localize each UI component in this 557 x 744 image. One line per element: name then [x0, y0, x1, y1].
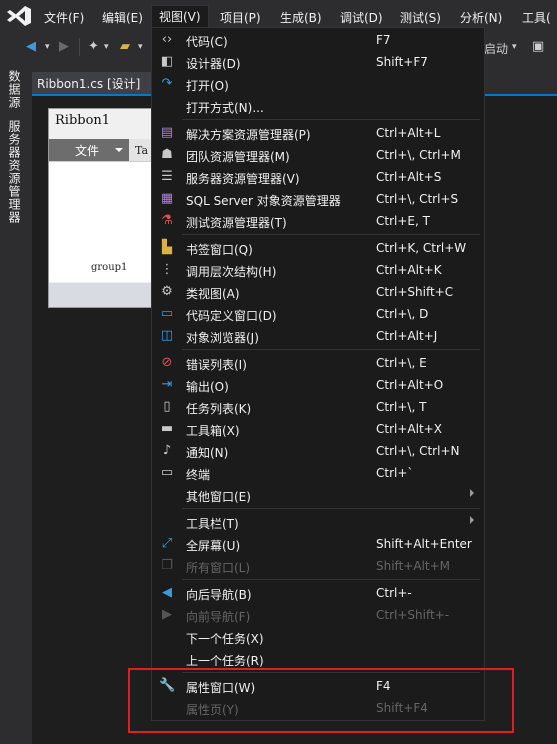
- ribbon-tab-bar: 文件 Ta: [49, 139, 152, 161]
- menu-item-full-screen[interactable]: ⤢ 全屏幕(U) Shift+Alt+Enter: [152, 533, 484, 555]
- server-explorer-tab[interactable]: 服务器资源管理器: [6, 120, 23, 224]
- menu-item-server-explorer[interactable]: ☰ 服务器资源管理器(V) Ctrl+Alt+S: [152, 166, 484, 188]
- menu-item-test-explorer[interactable]: ⚗ 测试资源管理器(T) Ctrl+E, T: [152, 210, 484, 232]
- menu-item-all-windows: ❐ 所有窗口(L) Shift+Alt+M: [152, 555, 484, 577]
- test-explorer-icon: ⚗: [161, 213, 173, 228]
- menu-project[interactable]: 项目(P): [220, 9, 261, 26]
- menu-item-object-browser[interactable]: ◫ 对象浏览器(J) Ctrl+Alt+J: [152, 325, 484, 347]
- chevron-down-icon: [115, 148, 123, 152]
- ribbon-title: Ribbon1: [55, 113, 111, 128]
- ribbon-file-tab-label: 文件: [75, 144, 100, 158]
- team-explorer-icon: ☗: [161, 147, 173, 162]
- open-folder-icon[interactable]: ▰: [120, 39, 130, 55]
- document-tab-title: Ribbon1.cs [设计]: [37, 77, 141, 91]
- menu-item-team-explorer[interactable]: ☗ 团队资源管理器(M) Ctrl+\, Ctrl+M: [152, 144, 484, 166]
- new-dropdown-icon[interactable]: ▾: [104, 39, 109, 55]
- toolbar-separator: [79, 38, 80, 56]
- forward-icon[interactable]: ▶: [59, 39, 69, 55]
- task-list-icon: ▯: [163, 399, 171, 414]
- side-tool-tabs: 数据源 服务器资源管理器: [0, 62, 30, 744]
- menu-item-error-list[interactable]: ⊘ 错误列表(I) Ctrl+\, E: [152, 352, 484, 374]
- navigate-forward-icon: ▶: [162, 607, 172, 622]
- menu-build[interactable]: 生成(B): [280, 9, 322, 26]
- back-dropdown-icon[interactable]: ▾: [45, 39, 50, 55]
- menu-separator: [182, 349, 480, 350]
- menu-item-code-definition[interactable]: ▭ 代码定义窗口(D) Ctrl+\, D: [152, 303, 484, 325]
- menu-item-call-hierarchy[interactable]: ⋮ 调用层次结构(H) Ctrl+Alt+K: [152, 259, 484, 281]
- sql-server-icon: ▦: [160, 191, 174, 206]
- fullscreen-icon: ⤢: [161, 536, 173, 551]
- ribbon-body: group1: [49, 161, 151, 282]
- menu-item-navigate-back[interactable]: ◀ 向后导航(B) Ctrl+-: [152, 582, 484, 604]
- menu-edit[interactable]: 编辑(E): [102, 9, 143, 26]
- start-dropdown-icon[interactable]: ▾: [512, 39, 517, 55]
- menu-item-bookmark-window[interactable]: ▙ 书签窗口(Q) Ctrl+K, Ctrl+W: [152, 237, 484, 259]
- server-explorer-icon: ☰: [161, 169, 173, 184]
- menu-item-open[interactable]: ↷ 打开(O): [152, 73, 484, 95]
- menu-item-notifications[interactable]: ♪ 通知(N) Ctrl+\, Ctrl+N: [152, 440, 484, 462]
- menu-item-toolbox[interactable]: ▬ 工具箱(X) Ctrl+Alt+X: [152, 418, 484, 440]
- solution-explorer-icon: ▤: [160, 125, 174, 140]
- highlight-annotation-box: [128, 668, 514, 733]
- menu-item-sql-server-explorer[interactable]: ▦ SQL Server 对象资源管理器 Ctrl+\, Ctrl+S: [152, 188, 484, 210]
- start-button[interactable]: 启动: [484, 40, 508, 57]
- submenu-arrow-icon: [470, 516, 474, 524]
- visual-studio-logo-icon[interactable]: [6, 5, 32, 27]
- menu-item-solution-explorer[interactable]: ▤ 解决方案资源管理器(P) Ctrl+Alt+L: [152, 122, 484, 144]
- ribbon-tab[interactable]: Ta: [135, 144, 148, 157]
- code-definition-icon: ▭: [160, 306, 174, 321]
- menu-separator: [182, 579, 480, 580]
- menu-debug[interactable]: 调试(D): [340, 9, 383, 26]
- menu-item-code[interactable]: ‹› 代码(C) F7: [152, 29, 484, 51]
- terminal-icon: ▭: [160, 465, 174, 480]
- bell-icon: ♪: [162, 443, 172, 458]
- menu-separator: [182, 119, 480, 120]
- attach-icon[interactable]: ▣: [532, 39, 544, 55]
- class-view-icon: ⚙: [161, 284, 173, 299]
- new-project-icon[interactable]: ✦: [88, 39, 99, 55]
- ribbon-group-label: group1: [91, 262, 128, 273]
- navigate-back-icon: ◀: [162, 585, 172, 600]
- call-hierarchy-icon: ⋮: [160, 262, 174, 277]
- menu-item-open-with[interactable]: 打开方式(N)...: [152, 95, 484, 117]
- submenu-arrow-icon: [470, 489, 474, 497]
- document-tab[interactable]: Ribbon1.cs [设计]: [32, 72, 154, 94]
- menu-item-class-view[interactable]: ⚙ 类视图(A) Ctrl+Shift+C: [152, 281, 484, 303]
- ribbon-designer[interactable]: Ribbon1 文件 Ta group1: [48, 108, 152, 308]
- ribbon-file-tab[interactable]: 文件: [49, 139, 129, 161]
- menu-item-navigate-forward: ▶ 向前导航(F) Ctrl+Shift+-: [152, 604, 484, 626]
- output-icon: ⇥: [161, 377, 173, 392]
- menu-item-output[interactable]: ⇥ 输出(O) Ctrl+Alt+O: [152, 374, 484, 396]
- menu-file[interactable]: 文件(F): [44, 9, 84, 26]
- object-browser-icon: ◫: [160, 328, 174, 343]
- toolbox-icon: ▬: [160, 421, 174, 436]
- menu-item-previous-task[interactable]: 上一个任务(R): [152, 648, 484, 670]
- view-menu-dropdown: ‹› 代码(C) F7 ◧ 设计器(D) Shift+F7 ↷ 打开(O) 打开…: [151, 27, 485, 721]
- menu-separator: [182, 234, 480, 235]
- bookmark-icon: ▙: [162, 240, 172, 255]
- ribbon-bottom-area: [49, 283, 151, 307]
- data-sources-tab[interactable]: 数据源: [6, 70, 23, 109]
- menu-test[interactable]: 测试(S): [400, 9, 441, 26]
- menu-separator: [182, 508, 480, 509]
- menu-analyze[interactable]: 分析(N): [460, 9, 502, 26]
- open-dropdown-icon[interactable]: ▾: [138, 39, 143, 55]
- menu-tools[interactable]: 工具(: [522, 9, 551, 26]
- open-icon: ↷: [161, 76, 173, 91]
- menu-item-other-windows[interactable]: 其他窗口(E): [152, 484, 484, 506]
- all-windows-icon: ❐: [161, 558, 173, 573]
- menu-item-terminal[interactable]: ▭ 终端 Ctrl+`: [152, 462, 484, 484]
- menu-item-designer[interactable]: ◧ 设计器(D) Shift+F7: [152, 51, 484, 73]
- back-icon[interactable]: ◀: [26, 39, 36, 55]
- code-icon: ‹›: [161, 32, 173, 47]
- menu-item-next-task[interactable]: 下一个任务(X): [152, 626, 484, 648]
- error-list-icon: ⊘: [161, 355, 173, 370]
- menu-item-task-list[interactable]: ▯ 任务列表(K) Ctrl+\, T: [152, 396, 484, 418]
- designer-icon: ◧: [160, 54, 174, 69]
- menu-item-toolbars[interactable]: 工具栏(T): [152, 511, 484, 533]
